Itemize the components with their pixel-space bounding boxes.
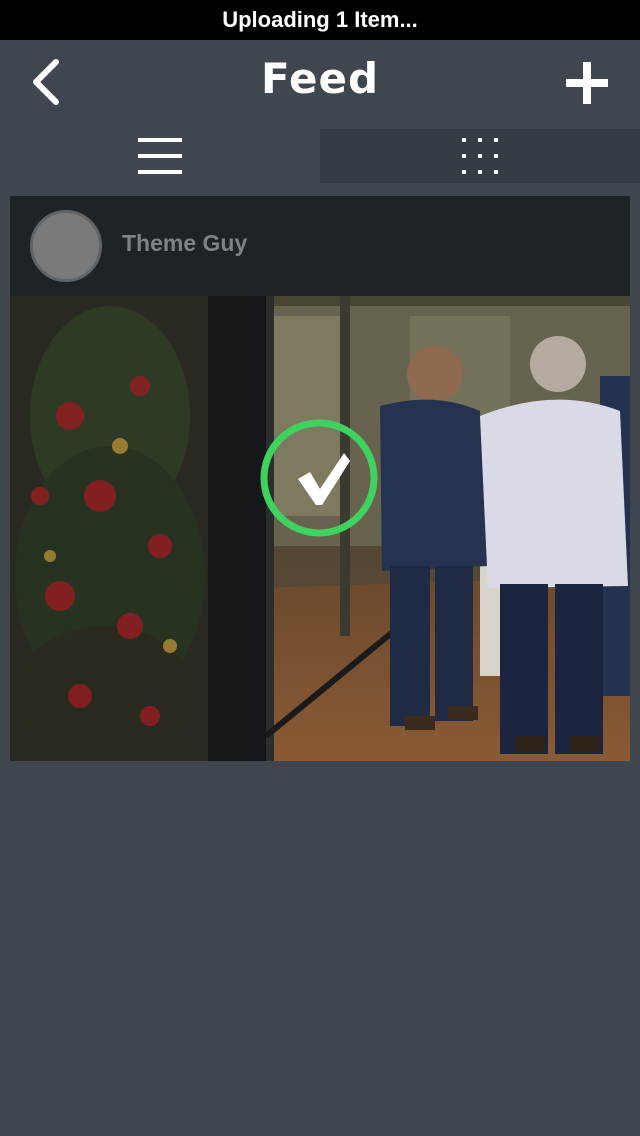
grid-view-button[interactable] <box>320 129 640 183</box>
add-button[interactable] <box>562 58 612 108</box>
list-view-button[interactable] <box>0 128 320 184</box>
view-toggle <box>0 128 640 184</box>
list-view-icon <box>138 138 182 174</box>
post-header: Theme Guy <box>10 196 630 296</box>
page-title: Feed <box>260 54 380 103</box>
avatar[interactable] <box>30 210 102 282</box>
post-photo[interactable] <box>10 296 630 761</box>
nav-bar: Feed <box>0 40 640 128</box>
upload-complete-indicator <box>260 419 378 537</box>
feed-post: Theme Guy <box>10 196 630 761</box>
upload-status-text: Uploading 1 Item... <box>222 7 418 32</box>
grid-view-icon <box>462 138 498 174</box>
checkmark-circle-icon <box>260 419 378 537</box>
plus-icon <box>566 62 608 104</box>
post-username[interactable]: Theme Guy <box>122 230 247 257</box>
status-bar: Uploading 1 Item... <box>0 0 640 40</box>
